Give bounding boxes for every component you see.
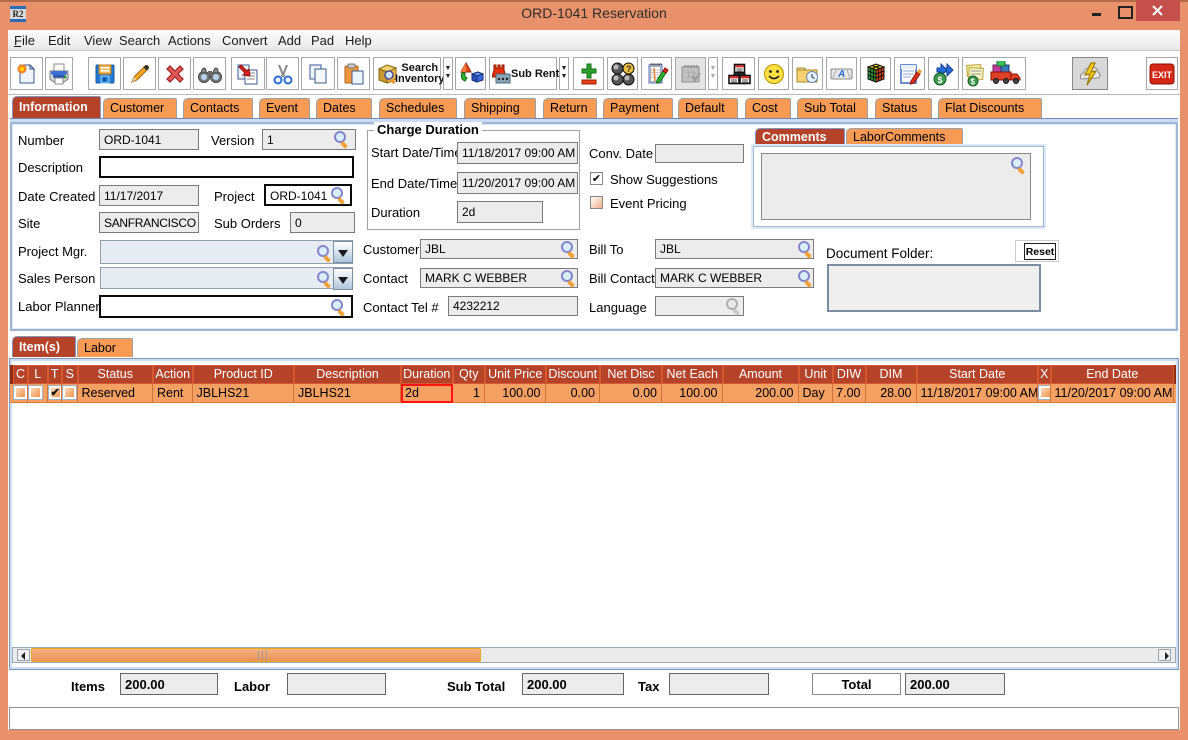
svg-text:A: A (837, 69, 845, 80)
svg-text:EXIT: EXIT (1152, 70, 1173, 80)
svg-text:?: ? (626, 64, 632, 74)
svg-text:$: $ (937, 75, 942, 85)
svg-text:$: $ (971, 77, 976, 86)
